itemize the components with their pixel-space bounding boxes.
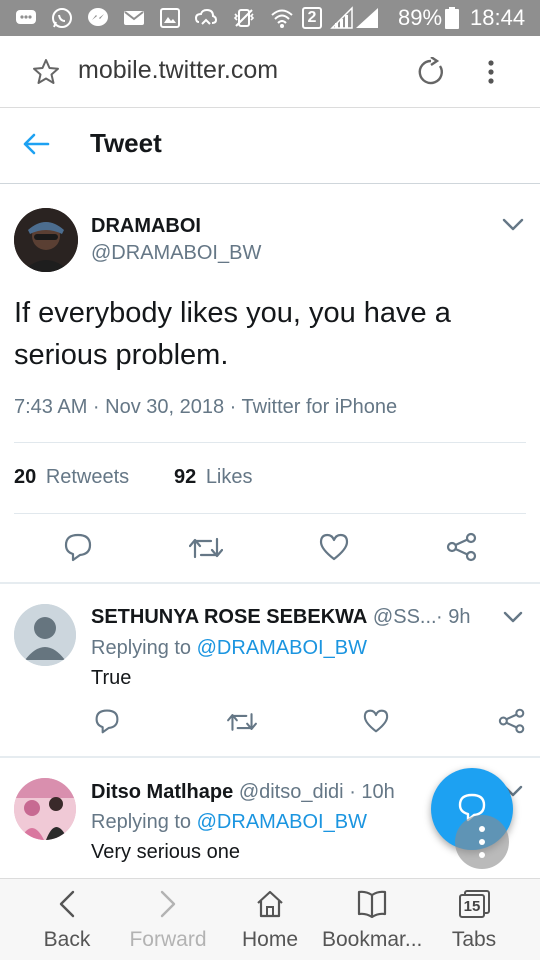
avatar[interactable] [14, 778, 76, 840]
sync-icon [194, 6, 218, 30]
more-dots-icon [478, 825, 486, 859]
more-options-button[interactable] [455, 815, 509, 869]
chat-notification-icon [14, 6, 38, 30]
wifi-icon [270, 6, 294, 30]
battery-icon [444, 6, 460, 30]
replying-to-link[interactable]: @DRAMABOI_BW [197, 811, 367, 833]
divider [14, 442, 526, 443]
address-bar[interactable]: mobile.twitter.com [78, 56, 278, 85]
reply-icon[interactable] [63, 532, 93, 562]
share-icon[interactable] [446, 532, 478, 562]
book-icon [356, 889, 388, 919]
nav-forward-button[interactable]: Forward [118, 879, 218, 960]
likes-label: Likes [205, 466, 253, 488]
browser-bottom-nav: Back Forward Home Bookmar... 15 Tabs [0, 878, 540, 960]
chevron-left-icon [57, 889, 77, 919]
sim-badge: 2 [302, 7, 322, 29]
nav-tabs-button[interactable]: 15 Tabs [424, 879, 524, 960]
replying-to-label: Replying to [91, 637, 192, 659]
tweet-text-line: serious problem. [14, 339, 229, 371]
reply-header: SETHUNYA ROSE SEBEKWA @SS... [91, 606, 437, 629]
author-name[interactable]: DRAMABOI [91, 215, 201, 238]
signal-icon [330, 6, 380, 30]
tweet-text-line: If everybody likes you, you have a [14, 297, 451, 329]
nav-back-label: Back [43, 928, 91, 951]
page-title: Tweet [90, 128, 162, 158]
tabs-count: 15 [463, 898, 481, 915]
clock: 18:44 [470, 5, 526, 30]
retweets-label: Retweets [45, 466, 130, 488]
reply-icon[interactable] [94, 708, 120, 734]
like-heart-icon[interactable] [363, 709, 389, 733]
nav-tabs-label: Tabs [451, 928, 497, 951]
messenger-icon [86, 6, 110, 30]
tabs-icon: 15 [457, 889, 491, 919]
replying-to-label: Replying to [91, 811, 192, 833]
browser-menu-icon[interactable] [484, 58, 498, 86]
likes-count: 92 [174, 466, 197, 488]
replying-to-link[interactable]: @DRAMABOI_BW [197, 637, 367, 659]
browser-toolbar: mobile.twitter.com [0, 36, 540, 108]
replying-to: Replying to @DRAMABOI_BW [91, 811, 367, 834]
retweets-stat[interactable]: 20 Retweets [14, 466, 129, 489]
reply-author-name[interactable]: SETHUNYA ROSE SEBEKWA [91, 606, 367, 628]
nav-bookmarks-button[interactable]: Bookmar... [322, 879, 422, 960]
retweets-count: 20 [14, 466, 37, 488]
reply-header: Ditso Matlhape @ditso_didi · 10h [91, 781, 395, 804]
reload-icon[interactable] [416, 57, 446, 87]
nav-back-button[interactable]: Back [17, 879, 117, 960]
whatsapp-icon [50, 6, 74, 30]
status-bar: 2 89% 18:44 [0, 0, 540, 36]
nav-home-label: Home [241, 928, 299, 951]
vibrate-icon [232, 6, 256, 30]
mail-icon [122, 6, 146, 30]
avatar[interactable] [14, 604, 76, 666]
divider [0, 756, 540, 758]
divider [0, 582, 540, 584]
author-handle[interactable]: @DRAMABOI_BW [91, 242, 261, 265]
likes-stat[interactable]: 92 Likes [174, 466, 253, 489]
reply-time[interactable]: · 9h [436, 606, 470, 629]
nav-home-button[interactable]: Home [220, 879, 320, 960]
battery-percent: 89% [398, 5, 443, 30]
reply-author-handle[interactable]: @SS... [373, 606, 437, 628]
chevron-right-icon [158, 889, 178, 919]
reply-text: Very serious one [91, 841, 240, 863]
chevron-down-icon[interactable] [502, 218, 524, 232]
divider [14, 513, 526, 514]
home-icon [255, 889, 285, 919]
share-icon[interactable] [498, 708, 526, 734]
retweet-icon[interactable] [227, 709, 257, 735]
reply-author-handle[interactable]: @ditso_didi [239, 781, 344, 803]
nav-forward-label: Forward [129, 928, 207, 951]
replying-to: Replying to @DRAMABOI_BW [91, 637, 367, 660]
retweet-icon[interactable] [189, 533, 223, 563]
back-arrow-icon[interactable] [22, 132, 50, 156]
reply-time[interactable]: · 10h [349, 781, 395, 803]
tweet-timestamp[interactable]: 7:43 AM · Nov 30, 2018 · Twitter for iPh… [14, 396, 397, 419]
chevron-down-icon[interactable] [503, 611, 523, 624]
gallery-icon [158, 6, 182, 30]
avatar[interactable] [14, 208, 78, 272]
like-heart-icon[interactable] [319, 533, 349, 561]
reply-author-name[interactable]: Ditso Matlhape [91, 781, 233, 803]
tweet-header: Tweet [0, 108, 540, 184]
reply-text: True [91, 667, 132, 689]
bookmark-star-icon[interactable] [32, 58, 60, 86]
nav-bookmarks-label: Bookmar... [322, 928, 423, 951]
tweet-text: If everybody likes you, you have a serio… [14, 292, 451, 376]
